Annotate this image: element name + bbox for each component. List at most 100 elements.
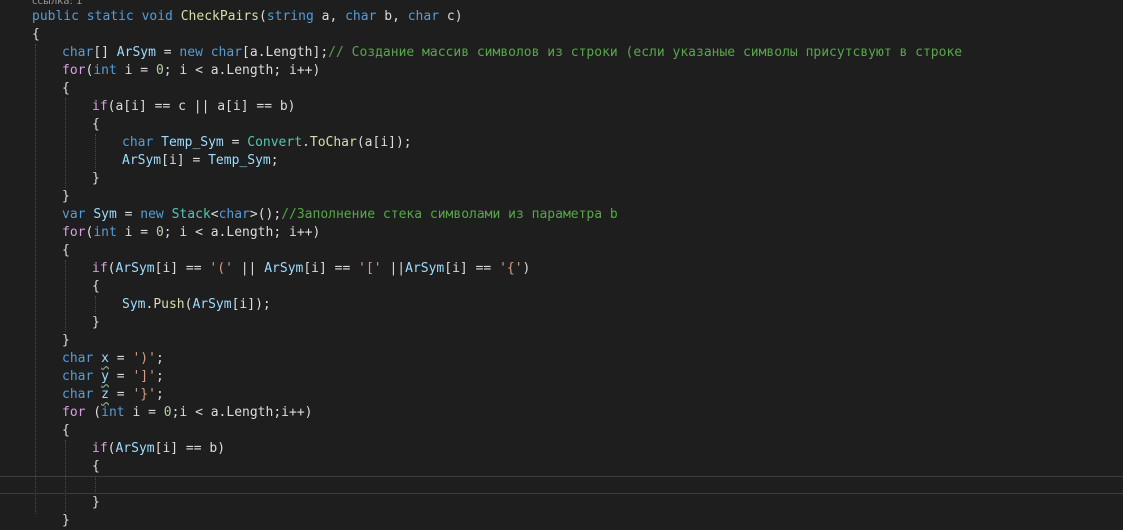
code-token: { [92,279,100,294]
code-token: new char [179,45,243,60]
code-line[interactable]: char z = '}'; [62,386,164,404]
code-line[interactable]: } [92,494,100,512]
code-token: [i] == [303,261,359,276]
code-token: char [345,9,377,24]
code-token: var [62,207,94,222]
code-token: i = [116,225,156,240]
code-line[interactable]: if(ArSym[i] == '(' || ArSym[i] == '[' ||… [92,260,530,278]
code-token: = [108,351,133,366]
code-token: ; [270,153,279,168]
code-line[interactable]: if(ArSym[i] == b) [92,440,225,458]
code-token: '{' [499,261,523,276]
codelens-references[interactable]: ссылка: 1 [32,0,82,8]
code-line[interactable]: } [62,188,70,206]
code-token: = [155,45,180,60]
code-token: [i] == [154,261,210,276]
code-line[interactable]: } [62,512,70,530]
code-token: = [116,207,141,222]
code-line[interactable]: var Sym = new Stack<char>();//Заполнение… [62,206,618,224]
code-line[interactable]: { [92,116,100,134]
code-token: string [266,9,314,24]
code-token: c) [439,9,463,24]
code-token: char [62,45,94,60]
indent-guide [95,134,96,170]
code-token: [i] == b) [154,441,226,456]
code-token: '(' [209,261,233,276]
code-line[interactable]: Sym.Push(ArSym[i]); [122,296,271,314]
code-line[interactable]: for(int i = 0; i < a.Length; i++) [62,224,320,242]
code-token: ( [259,9,267,24]
code-token: ; [155,351,164,366]
code-token: } [62,333,70,348]
code-token: ArSym [405,261,445,276]
code-token: { [92,459,100,474]
code-line[interactable]: ArSym[i] = Temp_Sym; [122,152,279,170]
code-token: } [62,513,70,528]
code-line[interactable]: for (int i = 0;i < a.Length;i++) [62,404,312,422]
code-token: char [218,207,250,222]
code-token: x [101,351,109,366]
code-token: = [108,369,133,384]
code-token: { [62,81,70,96]
code-token: public static void [32,9,181,24]
current-line-highlight [0,476,1123,494]
code-token: if [92,441,108,456]
code-token: char [62,351,102,366]
code-line[interactable]: { [62,80,70,98]
code-token: ArSym [264,261,304,276]
code-token: } [92,495,100,510]
code-token: if [92,261,108,276]
code-line[interactable]: public static void CheckPairs(string a, … [32,8,463,26]
code-line[interactable]: { [92,278,100,296]
code-token: ')' [132,351,156,366]
code-token: ArSym [122,153,162,168]
code-token: ; i < a.Length; i++) [163,225,321,240]
code-token: ( [85,405,102,420]
code-token: z [101,387,109,402]
code-line[interactable]: } [92,170,100,188]
code-token: } [92,171,100,186]
code-token: [a.Length]; [242,45,329,60]
code-token: [i]); [231,297,271,312]
code-token: < [210,207,219,222]
code-line[interactable]: { [62,422,70,440]
code-line[interactable]: char y = ']'; [62,368,164,386]
code-line[interactable]: } [62,332,70,350]
code-token: ; i < a.Length; i++) [163,63,321,78]
code-token: Temp_Sym [208,153,271,168]
code-token: char [62,369,102,384]
code-token: [] [93,45,117,60]
code-token: Push [153,297,185,312]
code-token: char [62,387,102,402]
code-token: y [101,369,109,384]
code-line[interactable]: { [62,242,70,260]
code-token: Convert [247,135,303,150]
code-token: 0 [155,225,164,240]
code-token: ;i < a.Length;i++) [171,405,313,420]
indent-guide [65,260,66,332]
code-token: ArSym [116,45,156,60]
code-token: '[' [358,261,382,276]
code-token: //Заполнение стека символами из параметр… [281,207,618,222]
code-token: || [381,261,406,276]
code-line[interactable]: for(int i = 0; i < a.Length; i++) [62,62,320,80]
code-token: [i] == [444,261,500,276]
code-token: } [62,189,70,204]
code-token: ToChar [309,135,357,150]
code-line[interactable]: { [32,26,40,44]
code-line[interactable]: char x = ')'; [62,350,164,368]
code-token: int [93,225,117,240]
code-token: // Создание массив символов из строки (е… [328,45,963,60]
code-token: = [223,135,248,150]
code-token: Sym [93,207,117,222]
code-line[interactable]: char[] ArSym = new char[a.Length];// Соз… [62,44,962,62]
code-editor[interactable]: ссылка: 1 public static void CheckPairs(… [0,0,1123,528]
code-token: ; [155,387,164,402]
code-line[interactable]: { [92,458,100,476]
code-line[interactable]: if(a[i] == c || a[i] == b) [92,98,296,116]
code-token: int [101,405,125,420]
code-line[interactable]: } [92,314,100,332]
code-line[interactable]: char Temp_Sym = Convert.ToChar(a[i]); [122,134,412,152]
code-token: Sym [122,297,146,312]
code-token: ArSym [115,441,155,456]
